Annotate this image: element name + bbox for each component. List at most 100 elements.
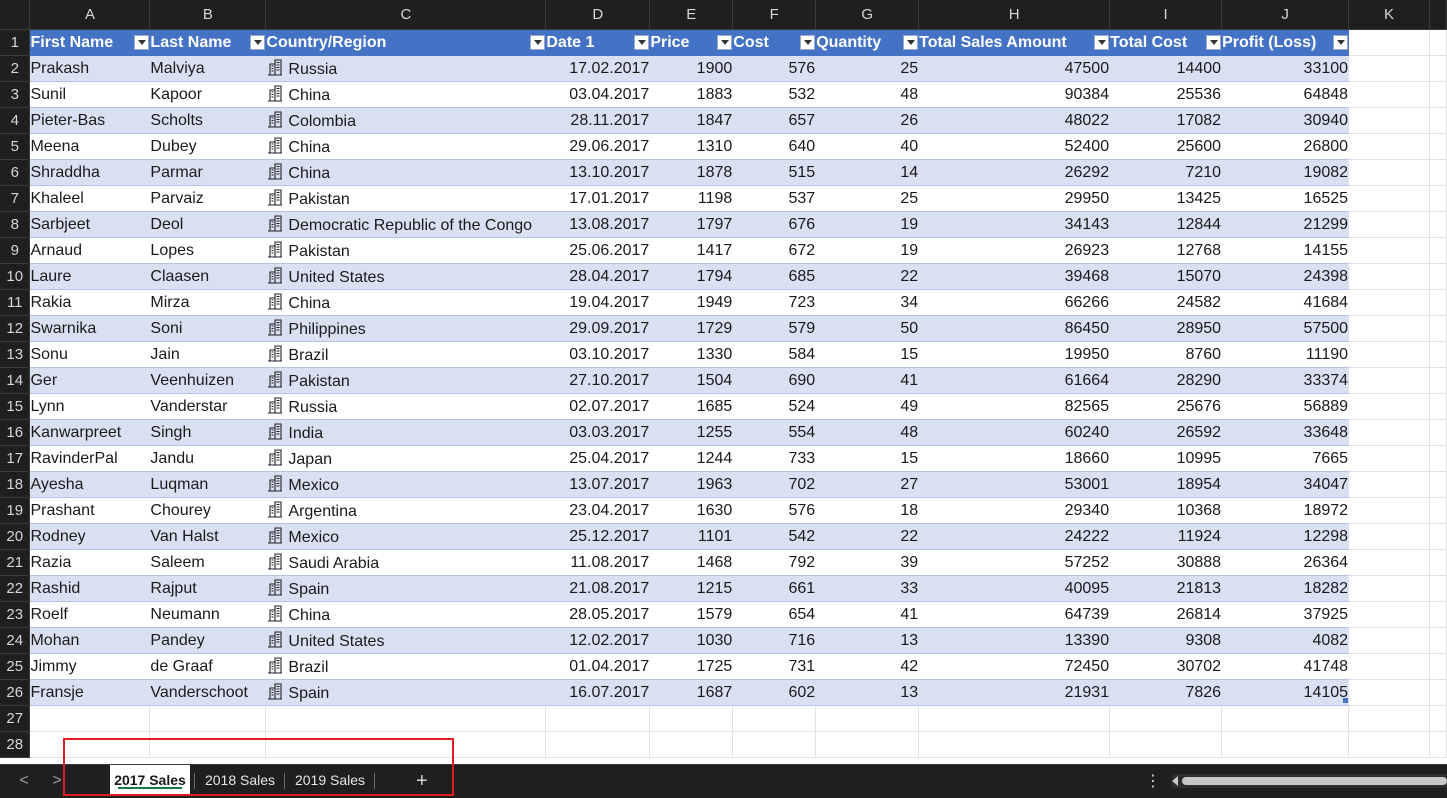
table-cell[interactable]: Mexico	[265, 523, 547, 550]
table-cell[interactable]: 40095	[918, 575, 1111, 602]
geography-data-type-icon[interactable]	[266, 188, 283, 206]
table-cell[interactable]: China	[265, 81, 547, 108]
column-header-g[interactable]: G	[815, 0, 920, 30]
table-cell[interactable]: 1900	[649, 55, 734, 82]
row-header[interactable]: 3	[0, 81, 31, 108]
table-cell[interactable]: 672	[732, 237, 817, 264]
table-cell[interactable]: 25	[815, 185, 920, 212]
table-cell[interactable]: 14105	[1221, 679, 1350, 706]
empty-cell[interactable]	[29, 705, 151, 732]
table-cell[interactable]: 1729	[649, 315, 734, 342]
table-cell[interactable]: Vanderschoot	[149, 679, 267, 706]
table-cell[interactable]: 29340	[918, 497, 1111, 524]
row-header[interactable]: 4	[0, 107, 31, 134]
row-header[interactable]: 28	[0, 731, 31, 758]
table-cell[interactable]: Jandu	[149, 445, 267, 472]
table-cell[interactable]: 1949	[649, 289, 734, 316]
empty-cell[interactable]	[815, 705, 920, 732]
empty-cell[interactable]	[265, 731, 547, 758]
row-header[interactable]: 11	[0, 289, 31, 316]
sheet-tab-2018-sales[interactable]: 2018 Sales	[196, 765, 284, 795]
table-cell[interactable]: United States	[265, 263, 547, 290]
table-cell[interactable]: 9308	[1109, 627, 1223, 654]
table-cell[interactable]: 25536	[1109, 81, 1223, 108]
row-header[interactable]: 13	[0, 341, 31, 368]
empty-cell[interactable]	[1348, 107, 1430, 134]
table-cell[interactable]: Ger	[29, 367, 151, 394]
table-cell[interactable]: Democratic Republic of the Congo	[265, 211, 547, 238]
table-cell[interactable]: 86450	[918, 315, 1111, 342]
empty-cell[interactable]	[1348, 185, 1430, 212]
table-cell[interactable]: 1198	[649, 185, 734, 212]
row-header[interactable]: 19	[0, 497, 31, 524]
new-sheet-button[interactable]: +	[416, 770, 428, 793]
table-cell[interactable]: China	[265, 133, 547, 160]
table-cell[interactable]: 18954	[1109, 471, 1223, 498]
table-cell[interactable]: 11924	[1109, 523, 1223, 550]
table-cell[interactable]: 64848	[1221, 81, 1350, 108]
table-cell[interactable]: 03.04.2017	[545, 81, 651, 108]
geography-data-type-icon[interactable]	[266, 240, 283, 258]
table-cell[interactable]: de Graaf	[149, 653, 267, 680]
empty-cell[interactable]	[1348, 133, 1430, 160]
table-cell[interactable]: Luqman	[149, 471, 267, 498]
table-cell[interactable]: Sonu	[29, 341, 151, 368]
table-cell[interactable]: 690	[732, 367, 817, 394]
sheet-tab-2017-sales[interactable]: 2017 Sales	[110, 765, 190, 794]
table-cell[interactable]: 1883	[649, 81, 734, 108]
empty-cell[interactable]	[29, 731, 151, 758]
table-cell[interactable]: 13	[815, 679, 920, 706]
table-cell[interactable]: 1468	[649, 549, 734, 576]
table-cell[interactable]: Laure	[29, 263, 151, 290]
empty-cell[interactable]	[918, 731, 1111, 758]
geography-data-type-icon[interactable]	[266, 422, 283, 440]
table-cell[interactable]: 1847	[649, 107, 734, 134]
table-cell[interactable]: 26814	[1109, 601, 1223, 628]
table-cell[interactable]: 1310	[649, 133, 734, 160]
table-cell[interactable]: Vanderstar	[149, 393, 267, 420]
empty-cell[interactable]	[1348, 211, 1430, 238]
table-cell[interactable]: 22	[815, 523, 920, 550]
table-cell[interactable]: Deol	[149, 211, 267, 238]
geography-data-type-icon[interactable]	[266, 604, 283, 622]
table-cell[interactable]: 25600	[1109, 133, 1223, 160]
column-header-i[interactable]: I	[1109, 0, 1223, 30]
table-cell[interactable]: 1330	[649, 341, 734, 368]
table-cell[interactable]: 21299	[1221, 211, 1350, 238]
table-cell[interactable]: Shraddha	[29, 159, 151, 186]
table-cell[interactable]: 29950	[918, 185, 1111, 212]
table-cell[interactable]: Pakistan	[265, 185, 547, 212]
table-cell[interactable]: 10368	[1109, 497, 1223, 524]
table-cell[interactable]: 10995	[1109, 445, 1223, 472]
table-cell[interactable]: 1579	[649, 601, 734, 628]
table-cell[interactable]: Pakistan	[265, 237, 547, 264]
table-cell[interactable]: 56889	[1221, 393, 1350, 420]
empty-cell[interactable]	[1348, 445, 1430, 472]
table-header-cell[interactable]: Country/Region	[265, 29, 547, 56]
empty-cell[interactable]	[1348, 523, 1430, 550]
table-cell[interactable]: 41748	[1221, 653, 1350, 680]
table-cell[interactable]: RavinderPal	[29, 445, 151, 472]
empty-cell[interactable]	[815, 731, 920, 758]
geography-data-type-icon[interactable]	[266, 474, 283, 492]
table-cell[interactable]: Scholts	[149, 107, 267, 134]
table-cell[interactable]: 24398	[1221, 263, 1350, 290]
empty-cell[interactable]	[1348, 731, 1430, 758]
row-header[interactable]: 17	[0, 445, 31, 472]
table-cell[interactable]: Spain	[265, 679, 547, 706]
table-cell[interactable]: Brazil	[265, 653, 547, 680]
row-header[interactable]: 5	[0, 133, 31, 160]
table-cell[interactable]: United States	[265, 627, 547, 654]
table-cell[interactable]: 13.08.2017	[545, 211, 651, 238]
more-options-icon[interactable]: ⋮	[1145, 771, 1161, 791]
empty-cell[interactable]	[1348, 315, 1430, 342]
table-cell[interactable]: Malviya	[149, 55, 267, 82]
geography-data-type-icon[interactable]	[266, 500, 283, 518]
table-header-cell[interactable]: Price	[649, 29, 734, 56]
table-cell[interactable]: 30702	[1109, 653, 1223, 680]
table-cell[interactable]: 19	[815, 237, 920, 264]
table-cell[interactable]: 18972	[1221, 497, 1350, 524]
table-cell[interactable]: 532	[732, 81, 817, 108]
empty-cell[interactable]	[265, 705, 547, 732]
table-cell[interactable]: 17.02.2017	[545, 55, 651, 82]
